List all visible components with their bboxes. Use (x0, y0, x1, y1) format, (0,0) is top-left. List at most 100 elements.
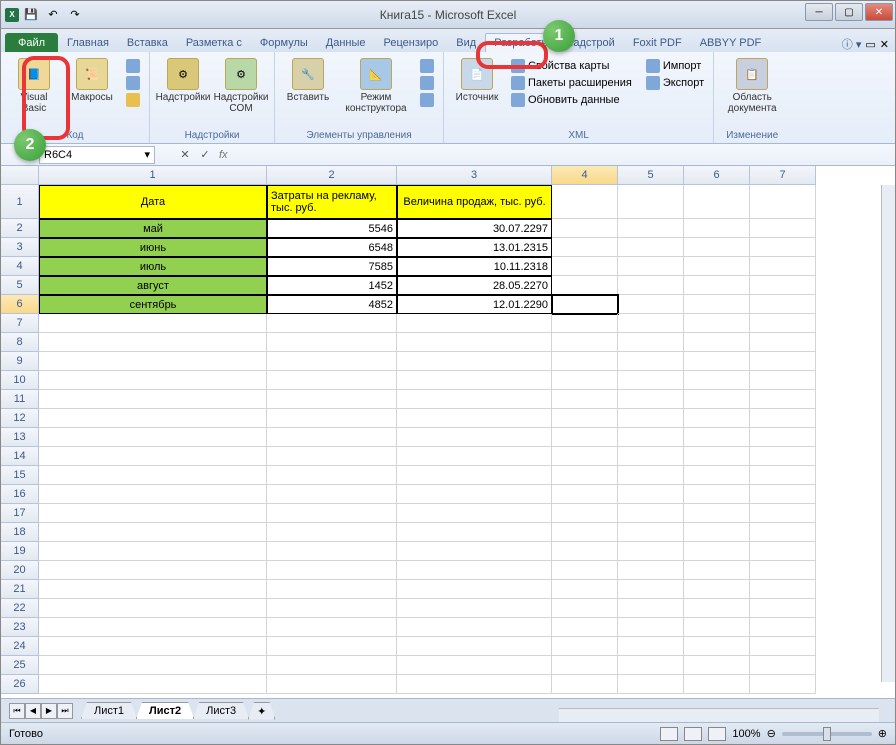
cell-11-6[interactable] (684, 390, 750, 409)
view-code-button[interactable] (417, 75, 437, 91)
minimize-button[interactable]: ─ (805, 3, 833, 21)
source-button[interactable]: 📄 Источник (450, 56, 504, 124)
addins-button[interactable]: ⚙ Надстройки (156, 56, 210, 124)
cell-26-5[interactable] (618, 675, 684, 694)
row-header-8[interactable]: 8 (1, 333, 39, 352)
cell-26-4[interactable] (552, 675, 618, 694)
cell-23-7[interactable] (750, 618, 816, 637)
cell-16-2[interactable] (267, 485, 397, 504)
horizontal-scrollbar[interactable] (559, 708, 879, 722)
cell-2-1[interactable]: май (39, 219, 267, 238)
cell-26-7[interactable] (750, 675, 816, 694)
row-header-4[interactable]: 4 (1, 257, 39, 276)
row-header-15[interactable]: 15 (1, 466, 39, 485)
cell-header-sales[interactable]: Величина продаж, тыс. руб. (397, 185, 552, 219)
cell-12-4[interactable] (552, 409, 618, 428)
cell-19-5[interactable] (618, 542, 684, 561)
col-header-1[interactable]: 1 (39, 166, 267, 185)
row-header-2[interactable]: 2 (1, 219, 39, 238)
cell-24-2[interactable] (267, 637, 397, 656)
cell-10-7[interactable] (750, 371, 816, 390)
record-macro-button[interactable] (123, 58, 143, 74)
row-header-18[interactable]: 18 (1, 523, 39, 542)
tab-review[interactable]: Рецензиро (375, 33, 448, 52)
cell-11-4[interactable] (552, 390, 618, 409)
map-props-button[interactable]: Свойства карты (508, 58, 635, 74)
cell-11-7[interactable] (750, 390, 816, 409)
tab-prev-button[interactable]: ◀ (25, 703, 41, 719)
cell-21-4[interactable] (552, 580, 618, 599)
cell-2-6[interactable] (684, 219, 750, 238)
cell-12-6[interactable] (684, 409, 750, 428)
cell-3-7[interactable] (750, 238, 816, 257)
cell-26-6[interactable] (684, 675, 750, 694)
cell-23-2[interactable] (267, 618, 397, 637)
cell-26-2[interactable] (267, 675, 397, 694)
cell-16-4[interactable] (552, 485, 618, 504)
tab-insert[interactable]: Вставка (118, 33, 177, 52)
cell-20-7[interactable] (750, 561, 816, 580)
cell-24-7[interactable] (750, 637, 816, 656)
cell-5-4[interactable] (552, 276, 618, 295)
cell-12-2[interactable] (267, 409, 397, 428)
row-header-20[interactable]: 20 (1, 561, 39, 580)
row-header-21[interactable]: 21 (1, 580, 39, 599)
cell-18-2[interactable] (267, 523, 397, 542)
cell-18-6[interactable] (684, 523, 750, 542)
col-header-3[interactable]: 3 (397, 166, 552, 185)
relative-refs-button[interactable] (123, 75, 143, 91)
sheet-tab-2[interactable]: Лист2 (136, 702, 194, 719)
vertical-scrollbar[interactable] (881, 185, 895, 682)
help-icon[interactable]: ⓘ ▾ (842, 36, 862, 52)
cell-4-1[interactable]: июль (39, 257, 267, 276)
dropdown-icon[interactable]: ▾ (144, 148, 150, 161)
cell-10-5[interactable] (618, 371, 684, 390)
cell-3-1[interactable]: июнь (39, 238, 267, 257)
cell-14-6[interactable] (684, 447, 750, 466)
cell-15-5[interactable] (618, 466, 684, 485)
row-header-6[interactable]: 6 (1, 295, 39, 314)
cell-7-4[interactable] (552, 314, 618, 333)
cell-20-3[interactable] (397, 561, 552, 580)
cell-6-7[interactable] (750, 295, 816, 314)
row-header-3[interactable]: 3 (1, 238, 39, 257)
cell-18-3[interactable] (397, 523, 552, 542)
cell-25-7[interactable] (750, 656, 816, 675)
cell-14-3[interactable] (397, 447, 552, 466)
cell-13-2[interactable] (267, 428, 397, 447)
insert-controls-button[interactable]: 🔧 Вставить (281, 56, 335, 124)
zoom-out-button[interactable]: ⊖ (767, 727, 776, 740)
cell-13-1[interactable] (39, 428, 267, 447)
cell-23-3[interactable] (397, 618, 552, 637)
cell-15-3[interactable] (397, 466, 552, 485)
cell-13-4[interactable] (552, 428, 618, 447)
tab-data[interactable]: Данные (317, 33, 375, 52)
cell-20-2[interactable] (267, 561, 397, 580)
cell-16-5[interactable] (618, 485, 684, 504)
cell-18-7[interactable] (750, 523, 816, 542)
cell-21-1[interactable] (39, 580, 267, 599)
cell-12-5[interactable] (618, 409, 684, 428)
cell-11-5[interactable] (618, 390, 684, 409)
cell-header-cost[interactable]: Затраты на рекламу, тыс. руб. (267, 185, 397, 219)
cell-10-2[interactable] (267, 371, 397, 390)
cell-9-4[interactable] (552, 352, 618, 371)
expansion-packs-button[interactable]: Пакеты расширения (508, 75, 635, 91)
cell-24-5[interactable] (618, 637, 684, 656)
cell-header-date[interactable]: Дата (39, 185, 267, 219)
row-header-16[interactable]: 16 (1, 485, 39, 504)
fx-label[interactable]: fx (219, 149, 228, 161)
enter-fx-button[interactable]: ✓ (195, 148, 215, 161)
cell-23-4[interactable] (552, 618, 618, 637)
cell-19-3[interactable] (397, 542, 552, 561)
cell-7-6[interactable] (684, 314, 750, 333)
sheet-tab-1[interactable]: Лист1 (81, 702, 137, 719)
row-header-1[interactable]: 1 (1, 185, 39, 219)
cell-9-1[interactable] (39, 352, 267, 371)
cell-24-6[interactable] (684, 637, 750, 656)
cell-24-1[interactable] (39, 637, 267, 656)
row-header-9[interactable]: 9 (1, 352, 39, 371)
cell-21-6[interactable] (684, 580, 750, 599)
cell-15-2[interactable] (267, 466, 397, 485)
row-header-25[interactable]: 25 (1, 656, 39, 675)
